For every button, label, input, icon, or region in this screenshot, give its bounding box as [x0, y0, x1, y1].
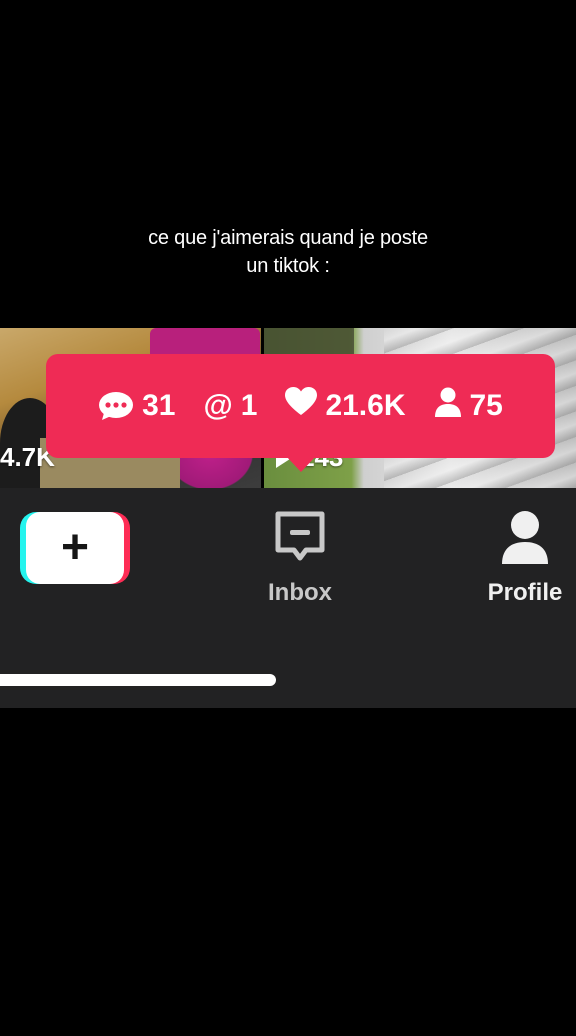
inbox-icon: [272, 511, 328, 570]
video-caption: ce que j'aimerais quand je poste un tikt…: [0, 224, 576, 280]
mentions-count: 1: [240, 389, 258, 422]
followers-count: 75: [469, 389, 503, 422]
comment-icon: [98, 391, 134, 421]
tab-profile-label: Profile: [487, 579, 563, 606]
comments-count: 31: [142, 389, 176, 422]
followers-stat: 75: [434, 387, 503, 425]
bottom-tab-bar: + Inbox Profile: [0, 488, 576, 708]
comments-stat: 31: [98, 389, 175, 423]
likes-count: 21.6K: [325, 389, 406, 422]
home-indicator[interactable]: [0, 674, 276, 686]
caption-line-2: un tiktok :: [246, 255, 330, 277]
tab-inbox-label: Inbox: [268, 579, 332, 606]
activity-notification-bubble[interactable]: 31 @ 1 21.6K 75: [46, 354, 555, 458]
notification-pointer: [286, 456, 316, 472]
plus-icon: +: [60, 521, 90, 574]
person-icon: [434, 387, 462, 425]
caption-line-1: ce que j'aimerais quand je poste: [148, 227, 428, 249]
heart-icon: [285, 387, 318, 425]
profile-icon: [497, 511, 553, 570]
tab-profile[interactable]: Profile: [470, 508, 576, 607]
likes-stat: 21.6K: [285, 387, 406, 425]
mentions-stat: @ 1: [203, 389, 257, 423]
create-button[interactable]: +: [20, 512, 130, 584]
tab-inbox[interactable]: Inbox: [248, 508, 352, 607]
mention-icon: @: [203, 389, 233, 422]
